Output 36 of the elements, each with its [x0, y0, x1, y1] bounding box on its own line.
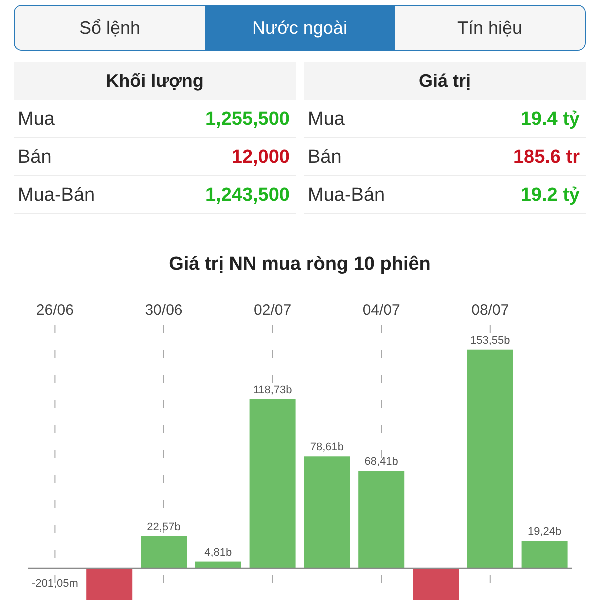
column-header: Khối lượng: [14, 62, 296, 100]
row-label: Mua: [308, 108, 345, 132]
value-label: 4,81b: [204, 546, 232, 559]
chart-bar: [522, 541, 568, 569]
axis-label: 30/06: [145, 302, 183, 319]
value-label: 118,73b: [253, 384, 292, 396]
row-value: 12,000: [232, 146, 290, 170]
chart-bar: [141, 536, 187, 569]
chart-title: Giá trị NN mua ròng 10 phiên: [169, 254, 431, 276]
tab[interactable]: Sổ lệnh: [15, 6, 205, 50]
row-value: 1,243,500: [205, 184, 290, 208]
row-label: Mua-Bán: [18, 184, 96, 208]
chart-bar: [86, 568, 133, 600]
value-label: 68,41b: [364, 456, 398, 468]
row-value: 1,255,500: [205, 108, 290, 132]
value-label: 153,55b: [470, 334, 510, 347]
chart-bar: [413, 568, 459, 600]
row-label: Mua: [18, 108, 55, 132]
value-label: 22,57b: [147, 522, 181, 534]
row-label: Bán: [308, 146, 342, 170]
value-label: 19,24b: [528, 526, 562, 538]
row-label: Bán: [18, 146, 52, 170]
column-header: Giá trị: [304, 62, 586, 100]
row-value: 19.4 tỷ: [520, 108, 580, 132]
tab[interactable]: Tín hiệu: [395, 6, 585, 50]
row-label: Mua-Bán: [308, 184, 386, 208]
axis-label: 26/06: [36, 302, 74, 319]
axis-label: 02/07: [254, 302, 292, 319]
tab[interactable]: Nước ngoài: [205, 6, 395, 50]
axis-label: 08/07: [472, 302, 510, 319]
value-label: -201,05m: [32, 578, 78, 590]
value-label: 78,61b: [310, 442, 344, 454]
axis-label: 04/07: [362, 302, 400, 319]
chart-bar: [195, 562, 242, 569]
row-value: 185.6 tr: [513, 146, 580, 170]
row-value: 19.2 tỷ: [520, 184, 580, 208]
